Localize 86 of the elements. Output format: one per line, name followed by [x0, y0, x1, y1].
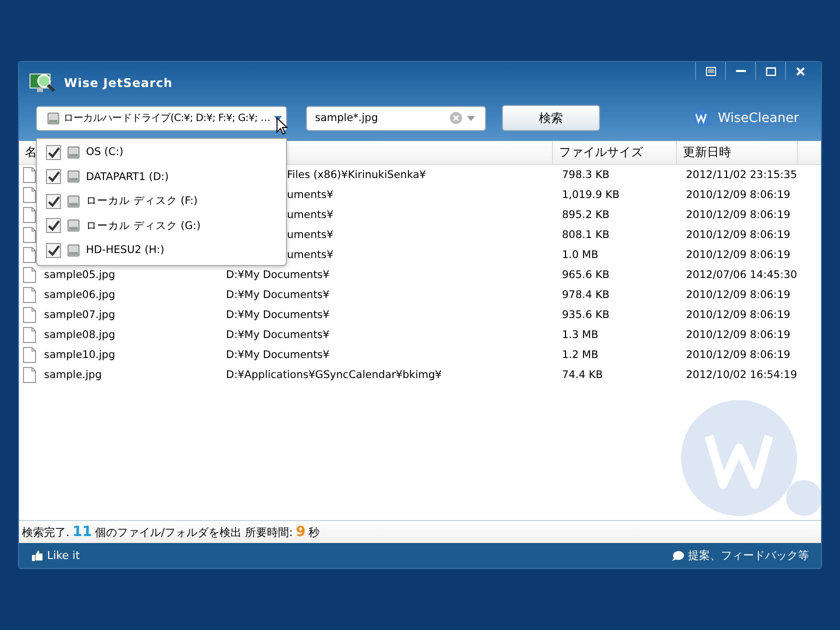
modified-date: 2010/12/09 8:06:19 — [686, 249, 790, 261]
file-icon — [23, 367, 36, 383]
modified-date: 2012/07/06 14:45:30 — [686, 269, 798, 281]
column-header[interactable]: ファイルサイズ — [559, 144, 643, 161]
drive-option[interactable]: ローカル ディスク (F:) — [86, 194, 198, 208]
file-size: 74.4 KB — [562, 369, 603, 381]
file-path: D:¥My Documents¥ — [226, 329, 330, 341]
file-size: 978.4 KB — [562, 289, 610, 301]
drive-icon — [67, 194, 80, 208]
file-icon — [23, 267, 36, 283]
maximize-icon[interactable] — [766, 66, 776, 76]
thumbs-up-icon — [32, 550, 43, 561]
checkbox[interactable] — [46, 144, 61, 160]
drive-icon — [47, 112, 60, 124]
search-button[interactable]: 検索 — [502, 105, 600, 131]
file-size: 1.2 MB — [562, 349, 598, 361]
file-path: D:¥My Documents¥ — [226, 289, 330, 301]
brand-name: WiseCleaner — [718, 110, 799, 126]
checkbox[interactable] — [46, 194, 61, 209]
file-icon — [23, 347, 36, 363]
drive-dropdown[interactable]: ローカルハードドライブ(C:¥; D:¥; F:¥; G:¥; … — [36, 106, 287, 130]
feedback-window-icon[interactable] — [706, 66, 716, 76]
file-name: sample05.jpg — [44, 269, 116, 281]
column-header[interactable]: 更新日時 — [683, 144, 731, 161]
speech-bubble-icon — [672, 550, 684, 560]
like-link[interactable]: Like it — [32, 549, 80, 562]
file-icon — [23, 287, 36, 303]
feedback-link[interactable]: 提案、フィードバック等 — [672, 548, 809, 563]
file-path: D:¥Applications¥GSyncCalendar¥bkimg¥ — [226, 369, 442, 381]
modified-date: 2010/12/09 8:06:19 — [686, 289, 790, 301]
modified-date: 2010/12/09 8:06:19 — [686, 329, 790, 341]
checkbox[interactable] — [46, 242, 61, 258]
status-text: 個のファイル/フォルダを検出 所要時間: — [94, 524, 293, 540]
file-name: sample.jpg — [44, 369, 102, 381]
search-monitor-icon — [29, 72, 56, 94]
file-size: 895.2 KB — [562, 209, 610, 221]
search-field[interactable]: sample*.jpg — [306, 106, 486, 130]
column-header[interactable]: 名 — [25, 144, 37, 161]
checkbox[interactable] — [46, 218, 61, 234]
window-title: Wise JetSearch — [64, 76, 173, 90]
file-icon — [23, 327, 36, 343]
modified-date: 2010/12/09 8:06:19 — [686, 349, 790, 361]
file-size: 808.1 KB — [562, 229, 610, 241]
file-name: sample08.jpg — [44, 329, 116, 341]
status-text: 秒 — [308, 524, 320, 540]
drive-option[interactable]: HD-HESU2 (H:) — [86, 244, 164, 256]
minimize-icon[interactable] — [736, 70, 746, 72]
drive-option[interactable]: DATAPART1 (D:) — [86, 170, 169, 183]
modified-date: 2010/12/09 8:06:19 — [686, 309, 790, 321]
modified-date: 2010/12/09 8:06:19 — [686, 209, 790, 221]
file-path: uments¥ — [287, 229, 334, 241]
file-size: 1.3 MB — [562, 329, 598, 341]
drive-icon — [67, 146, 80, 159]
file-size: 1,019.9 KB — [562, 189, 620, 201]
file-path: uments¥ — [287, 209, 334, 221]
drive-icon — [67, 244, 80, 257]
file-path: uments¥ — [287, 189, 334, 201]
file-name: sample07.jpg — [44, 309, 116, 321]
checkbox[interactable] — [46, 169, 61, 184]
logo-icon — [692, 108, 712, 128]
close-icon[interactable] — [796, 66, 805, 76]
result-count: 11 — [72, 524, 92, 540]
pointer-icon — [276, 117, 288, 135]
file-size: 798.3 KB — [562, 169, 610, 181]
file-size: 935.6 KB — [562, 309, 610, 321]
file-path: D:¥My Documents¥ — [226, 269, 330, 281]
file-name: sample06.jpg — [44, 289, 116, 301]
file-path: Files (x86)¥KirinukiSenka¥ — [287, 169, 426, 181]
drive-icon — [67, 170, 80, 184]
file-size: 1.0 MB — [562, 249, 598, 261]
file-path: uments¥ — [287, 249, 334, 261]
elapsed-seconds: 9 — [296, 524, 306, 540]
file-size: 965.6 KB — [562, 269, 610, 281]
file-icon — [23, 307, 36, 323]
modified-date: 2010/12/09 8:06:19 — [686, 229, 790, 241]
file-path: D:¥My Documents¥ — [226, 309, 330, 321]
file-name: sample10.jpg — [44, 349, 116, 361]
status-text: 検索完了. — [22, 524, 70, 540]
drive-option[interactable]: OS (C:) — [86, 146, 124, 158]
drive-icon — [67, 219, 80, 232]
modified-date: 2012/10/02 16:54:19 — [686, 369, 798, 381]
modified-date: 2012/11/02 23:15:35 — [686, 169, 798, 181]
modified-date: 2010/12/09 8:06:19 — [686, 189, 790, 201]
drive-option[interactable]: ローカル ディスク (G:) — [86, 218, 201, 233]
caret-icon[interactable] — [467, 116, 475, 120]
file-path: D:¥My Documents¥ — [226, 349, 330, 361]
